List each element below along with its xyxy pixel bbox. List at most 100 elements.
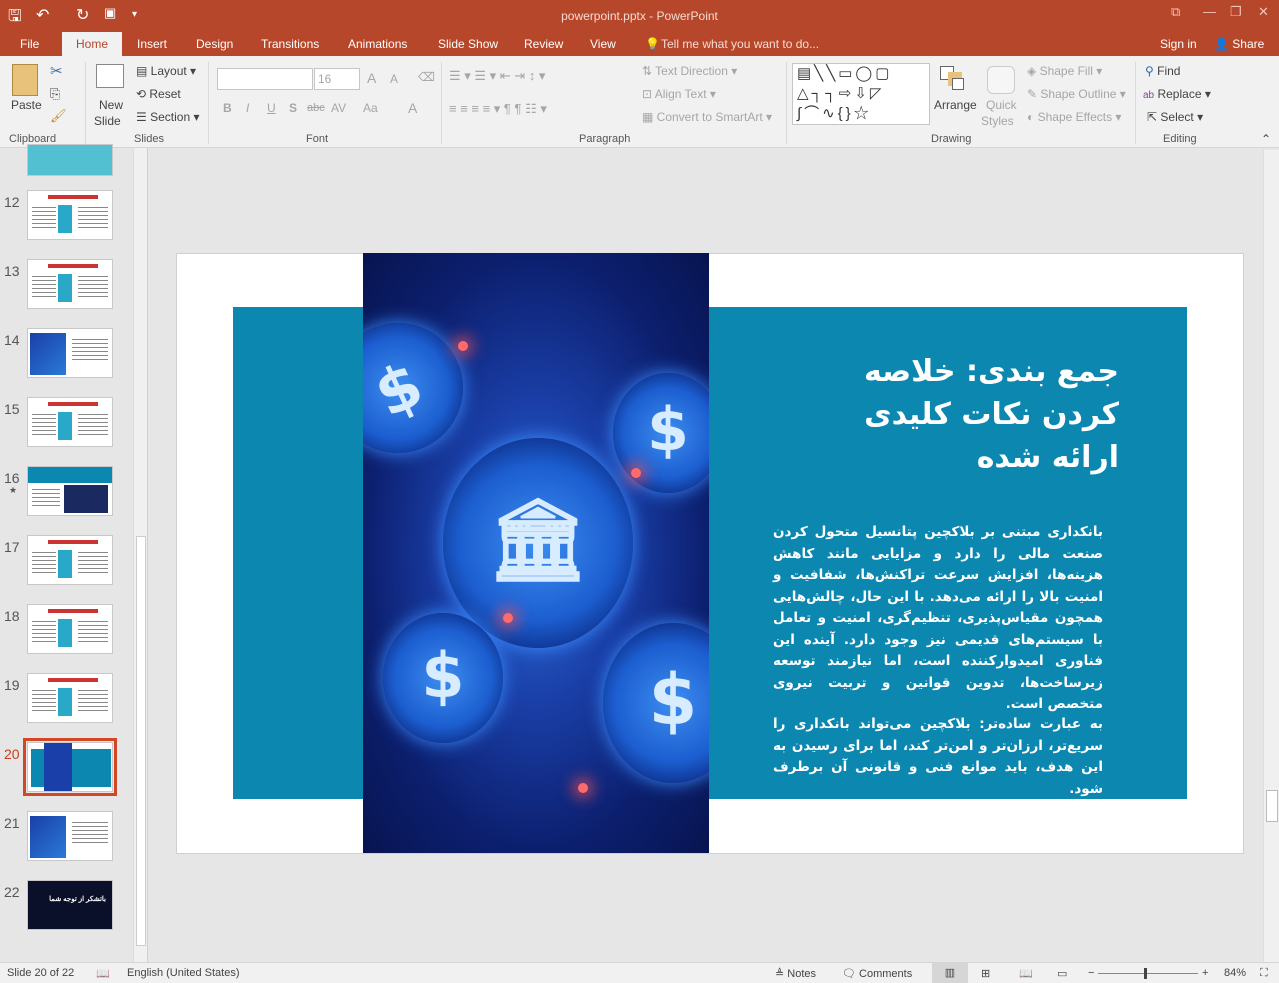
- sign-in-link[interactable]: Sign in: [1160, 37, 1197, 51]
- find-button[interactable]: ⚲ Find: [1145, 64, 1180, 78]
- arrange-icon[interactable]: [940, 66, 966, 92]
- font-name-input[interactable]: [217, 68, 313, 90]
- slide-scrollbar[interactable]: [1263, 150, 1279, 962]
- select-button[interactable]: ⇱ Select ▾: [1147, 110, 1203, 124]
- slide-scroll-thumb[interactable]: [1266, 790, 1278, 822]
- share-label: Share: [1232, 37, 1265, 51]
- slide-thumbnail-12[interactable]: [27, 190, 113, 240]
- character-spacing-button[interactable]: AV: [331, 101, 346, 115]
- shapes-gallery[interactable]: ▤╲╲▭◯▢ △┐┐⇨⇩◸ ∫⌒∿{}☆: [792, 63, 930, 125]
- quick-styles-icon[interactable]: [987, 66, 1015, 94]
- slide-number: 20: [4, 746, 20, 762]
- arrange-button[interactable]: Arrange: [934, 98, 977, 112]
- font-size-input[interactable]: 16: [314, 68, 360, 90]
- slide-number: 14: [4, 332, 20, 348]
- slide-thumbnail-11[interactable]: [27, 144, 113, 176]
- layout-button[interactable]: ▤ Layout ▾: [136, 64, 196, 78]
- convert-smartart-button[interactable]: ▦ Convert to SmartArt ▾: [642, 110, 772, 124]
- tab-view[interactable]: View: [590, 37, 616, 51]
- grow-font-button[interactable]: A: [367, 70, 376, 86]
- change-case-button[interactable]: Aa: [363, 101, 378, 115]
- slide-thumbnail-19[interactable]: [27, 673, 113, 723]
- format-painter-icon[interactable]: 🖌: [50, 108, 67, 124]
- shadow-button[interactable]: S: [289, 101, 297, 115]
- drawing-group-label: Drawing: [931, 133, 972, 145]
- slide-sorter-button[interactable]: ⊞: [981, 967, 990, 980]
- tab-slide-show[interactable]: Slide Show: [438, 37, 498, 51]
- slide-thumbnail-22[interactable]: باتشکر از توجه شما: [27, 880, 113, 930]
- paste-button[interactable]: Paste: [11, 98, 42, 112]
- reset-label: Reset: [149, 87, 181, 101]
- shape-effects-button[interactable]: ◐ Shape Effects ▾: [1027, 110, 1121, 124]
- shrink-font-button[interactable]: A: [390, 72, 398, 86]
- zoom-slider[interactable]: [1098, 973, 1198, 974]
- slide-thumbnail-14[interactable]: [27, 328, 113, 378]
- smartart-label: Convert to SmartArt: [656, 110, 763, 124]
- comments-button[interactable]: 🗨 Comments: [842, 967, 912, 980]
- slide-thumbnail-16[interactable]: [27, 466, 113, 516]
- ribbon-display-icon[interactable]: ⧉: [1171, 4, 1180, 20]
- reset-button[interactable]: ⟲ Reset: [136, 87, 181, 101]
- copy-icon[interactable]: ⎘: [50, 86, 60, 102]
- reading-view-button[interactable]: 📖: [1019, 967, 1033, 980]
- minimize-icon[interactable]: —: [1203, 4, 1216, 19]
- notes-button[interactable]: ≜ Notes: [775, 967, 816, 980]
- paste-icon[interactable]: [12, 64, 38, 96]
- new-slide-label[interactable]: Slide: [94, 114, 121, 128]
- thumbnail-scroll-thumb[interactable]: [136, 536, 146, 946]
- slide-thumbnail-20[interactable]: [23, 738, 117, 796]
- cut-icon[interactable]: ✂: [50, 62, 63, 80]
- zoom-slider-thumb[interactable]: [1144, 968, 1148, 979]
- shape-outline-button[interactable]: ✎ Shape Outline ▾: [1027, 87, 1126, 101]
- zoom-out-button[interactable]: −: [1088, 967, 1094, 979]
- tell-me-input[interactable]: Tell me what you want to do...: [661, 37, 819, 51]
- bold-button[interactable]: B: [223, 101, 232, 115]
- align-text-button[interactable]: ⊡ Align Text ▾: [642, 87, 716, 101]
- underline-button[interactable]: U: [267, 101, 276, 115]
- slide-number: 15: [4, 401, 20, 417]
- tab-transitions[interactable]: Transitions: [261, 37, 319, 51]
- slide-thumbnail-21[interactable]: [27, 811, 113, 861]
- replace-label: Replace: [1157, 87, 1202, 101]
- tab-design[interactable]: Design: [196, 37, 233, 51]
- zoom-in-button[interactable]: +: [1202, 967, 1208, 979]
- clear-formatting-icon[interactable]: ⌫: [418, 70, 435, 84]
- slide-thumbnail-15[interactable]: [27, 397, 113, 447]
- restore-icon[interactable]: ❐: [1230, 4, 1242, 20]
- new-slide-button[interactable]: New: [99, 98, 123, 112]
- replace-button[interactable]: ab Replace ▾: [1143, 87, 1211, 101]
- tab-file[interactable]: File: [20, 37, 39, 51]
- alignment-icons[interactable]: ≡ ≡ ≡ ≡ ▾ ¶ ¶ ☷ ▾: [449, 101, 547, 117]
- slide-body-paragraph-1[interactable]: بانکداری مبتنی بر بلاکچین پتانسیل متحول …: [773, 522, 1103, 712]
- slide-body-paragraph-2[interactable]: به عبارت ساده‌تر: بلاکچین می‌تواند بانکد…: [773, 714, 1103, 800]
- bullets-icon[interactable]: ☰ ▾ ☰ ▾ ⇤ ⇥ ↕ ▾: [449, 68, 545, 84]
- normal-view-button[interactable]: ▥: [932, 963, 968, 983]
- shape-fill-button[interactable]: ◈ Shape Fill ▾: [1027, 64, 1102, 78]
- tab-home[interactable]: Home: [62, 32, 123, 56]
- zoom-level[interactable]: 84%: [1224, 967, 1246, 979]
- fit-to-window-icon[interactable]: ⛶: [1260, 967, 1268, 980]
- language-indicator[interactable]: English (United States): [127, 967, 240, 979]
- tab-review[interactable]: Review: [524, 37, 563, 51]
- font-color-button[interactable]: A: [408, 100, 417, 116]
- slide-title[interactable]: جمع بندی: خلاصه کردن نکات کلیدی ارائه شد…: [789, 350, 1119, 479]
- italic-button[interactable]: I: [246, 101, 249, 115]
- slide-thumbnail-13[interactable]: [27, 259, 113, 309]
- slide-show-button[interactable]: ▭: [1057, 967, 1067, 980]
- spell-check-icon[interactable]: 📖: [96, 967, 110, 980]
- collapse-ribbon-icon[interactable]: ⌃: [1261, 132, 1271, 146]
- slide-thumbnail-18[interactable]: [27, 604, 113, 654]
- blockchain-bank-coins-image[interactable]: $ $ 🏛 $ $: [363, 253, 709, 853]
- share-button[interactable]: 👤 Share: [1214, 37, 1264, 51]
- thumbnail-scrollbar[interactable]: [133, 148, 147, 962]
- slide-thumbnail-17[interactable]: [27, 535, 113, 585]
- quick-styles-label[interactable]: Styles: [981, 114, 1014, 128]
- tab-insert[interactable]: Insert: [137, 37, 167, 51]
- tab-animations[interactable]: Animations: [348, 37, 407, 51]
- quick-styles-button[interactable]: Quick: [986, 98, 1017, 112]
- new-slide-icon[interactable]: [96, 64, 124, 88]
- text-direction-button[interactable]: ⇅ Text Direction ▾: [642, 64, 737, 78]
- section-button[interactable]: ☰ Section ▾: [136, 110, 199, 124]
- strikethrough-button[interactable]: abc: [307, 102, 325, 114]
- close-icon[interactable]: ✕: [1258, 4, 1269, 20]
